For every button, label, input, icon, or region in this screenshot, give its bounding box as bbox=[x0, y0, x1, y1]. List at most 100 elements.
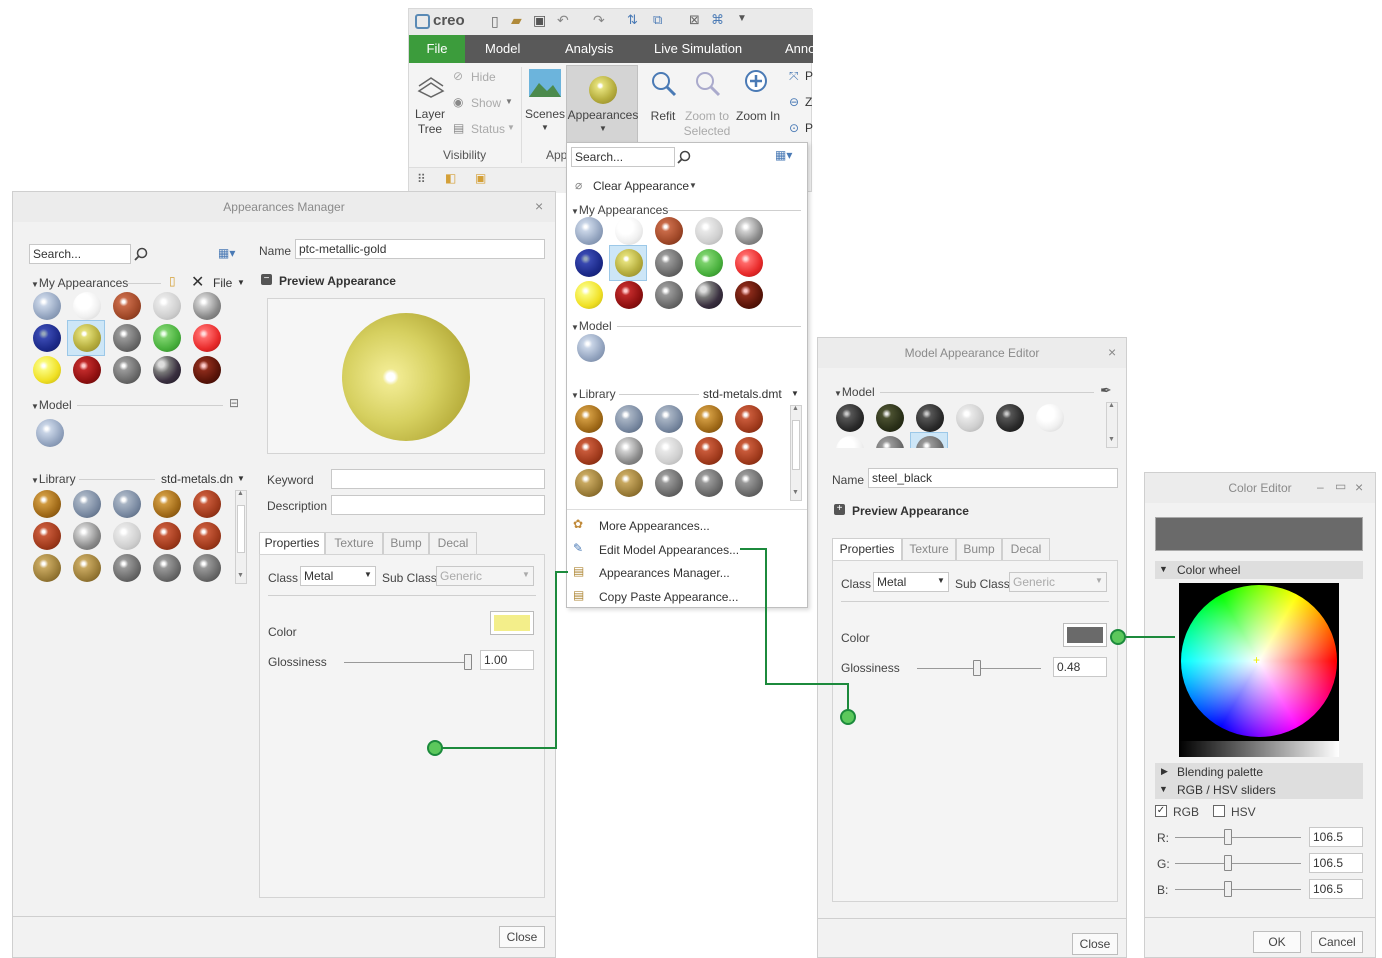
scroll-up-icon[interactable]: ▲ bbox=[237, 490, 244, 497]
appearance-swatch[interactable] bbox=[33, 292, 61, 320]
tab-decal[interactable]: Decal bbox=[429, 532, 477, 554]
clear-appearance-arrow-icon[interactable]: ▼ bbox=[689, 181, 697, 190]
appearance-swatch[interactable] bbox=[615, 281, 643, 309]
search-icon[interactable] bbox=[134, 247, 148, 261]
brightness-bar[interactable] bbox=[1179, 741, 1339, 757]
appearance-swatch[interactable] bbox=[735, 217, 763, 245]
appearance-swatch[interactable] bbox=[575, 437, 603, 465]
appearance-swatch[interactable] bbox=[153, 292, 181, 320]
appearance-swatch[interactable] bbox=[153, 522, 181, 550]
tab-texture[interactable]: Texture bbox=[902, 538, 956, 560]
minimize-icon[interactable]: – bbox=[1317, 480, 1324, 494]
model-appearance-swatch[interactable] bbox=[577, 334, 605, 362]
b-slider-track[interactable] bbox=[1175, 889, 1301, 890]
appearance-swatch[interactable] bbox=[193, 554, 221, 582]
redo-icon[interactable]: ↷ bbox=[593, 12, 605, 29]
appearance-swatch[interactable] bbox=[33, 522, 61, 550]
appearance-swatch[interactable] bbox=[73, 490, 101, 518]
appearance-swatch[interactable] bbox=[575, 469, 603, 497]
appearance-swatch[interactable] bbox=[33, 490, 61, 518]
scroll-down-icon[interactable]: ▼ bbox=[792, 489, 799, 496]
close-icon[interactable]: × bbox=[1355, 479, 1363, 495]
new-appearance-icon[interactable]: ▯ bbox=[169, 274, 176, 288]
appearance-swatch[interactable] bbox=[615, 405, 643, 433]
appearance-swatch[interactable] bbox=[193, 522, 221, 550]
dropdown-arrow-icon[interactable]: ▼ bbox=[364, 570, 372, 579]
appearance-swatch[interactable] bbox=[695, 281, 723, 309]
color-wheel-header[interactable]: ▼ Color wheel bbox=[1155, 561, 1363, 579]
scroll-down-icon[interactable]: ▼ bbox=[1108, 436, 1115, 443]
save-icon[interactable]: ▣ bbox=[533, 12, 546, 29]
appearance-swatch[interactable] bbox=[113, 522, 141, 550]
appearance-swatch[interactable] bbox=[153, 490, 181, 518]
appearance-swatch[interactable] bbox=[695, 469, 723, 497]
close-icon[interactable]: × bbox=[535, 198, 543, 214]
appearance-swatch[interactable] bbox=[836, 404, 864, 432]
close-button[interactable]: Close bbox=[499, 926, 545, 948]
preview-expand-icon[interactable]: + bbox=[834, 504, 845, 515]
open-icon[interactable]: ▰ bbox=[511, 12, 522, 29]
keyword-input[interactable] bbox=[331, 469, 545, 489]
r-slider-thumb[interactable] bbox=[1224, 829, 1232, 845]
appearance-swatch[interactable] bbox=[193, 490, 221, 518]
favorites-icon[interactable]: ▣ bbox=[475, 171, 486, 185]
appearance-swatch[interactable] bbox=[615, 249, 643, 277]
glossiness-input[interactable]: 0.48 bbox=[1053, 657, 1107, 677]
appearance-swatch[interactable] bbox=[73, 554, 101, 582]
color-wheel-area[interactable]: + bbox=[1179, 583, 1339, 757]
edit-model-appearances-item[interactable]: Edit Model Appearances... bbox=[599, 543, 739, 557]
model-tree-icon[interactable]: ⠿ bbox=[417, 172, 426, 186]
glossiness-slider-thumb[interactable] bbox=[972, 660, 981, 676]
color-swatch[interactable] bbox=[1063, 623, 1107, 647]
appearance-swatch[interactable] bbox=[655, 281, 683, 309]
name-input[interactable]: steel_black bbox=[868, 468, 1118, 488]
scroll-up-icon[interactable]: ▲ bbox=[792, 405, 799, 412]
r-input[interactable]: 106.5 bbox=[1309, 827, 1363, 847]
glossiness-input[interactable]: 1.00 bbox=[480, 650, 534, 670]
appearance-swatch[interactable] bbox=[575, 249, 603, 277]
appearance-swatch[interactable] bbox=[113, 490, 141, 518]
wheel-cursor-icon[interactable]: + bbox=[1253, 653, 1260, 667]
new-icon[interactable]: ▯ bbox=[491, 13, 499, 30]
search-icon[interactable] bbox=[677, 150, 691, 164]
rgb-checkbox[interactable]: ✓ bbox=[1155, 805, 1167, 817]
appearance-swatch[interactable] bbox=[876, 404, 904, 432]
appearance-swatch[interactable] bbox=[615, 217, 643, 245]
zoom-in-button[interactable]: Zoom In bbox=[733, 67, 783, 141]
subclass-select[interactable]: Generic bbox=[436, 566, 534, 586]
appearance-swatch[interactable] bbox=[735, 281, 763, 309]
file-menu-button[interactable]: File bbox=[213, 276, 232, 290]
cancel-button[interactable]: Cancel bbox=[1311, 931, 1363, 953]
appearance-swatch[interactable] bbox=[735, 469, 763, 497]
appearance-swatch[interactable] bbox=[153, 324, 181, 352]
tab-properties[interactable]: Properties bbox=[832, 538, 902, 560]
appearance-swatch[interactable] bbox=[695, 217, 723, 245]
tab-decal[interactable]: Decal bbox=[1002, 538, 1050, 560]
appearance-swatch[interactable] bbox=[735, 249, 763, 277]
dropdown-arrow-icon[interactable]: ▼ bbox=[1095, 576, 1103, 585]
folder-browser-icon[interactable]: ◧ bbox=[445, 171, 456, 185]
clear-appearance-button[interactable]: Clear Appearance bbox=[593, 179, 689, 193]
subclass-select[interactable]: Generic bbox=[1009, 572, 1107, 592]
appearance-swatch[interactable] bbox=[916, 404, 944, 432]
model-header[interactable]: ▼Model bbox=[834, 385, 875, 399]
appearance-swatch[interactable] bbox=[575, 217, 603, 245]
dropdown-arrow-icon[interactable]: ▼ bbox=[937, 576, 945, 585]
appearance-swatch[interactable] bbox=[113, 324, 141, 352]
maximize-icon[interactable]: ▭ bbox=[1335, 479, 1346, 493]
appearance-swatch[interactable] bbox=[33, 324, 61, 352]
zoom-out-icon[interactable]: ⊖ bbox=[789, 95, 799, 109]
hide-button[interactable]: Hide bbox=[471, 70, 496, 84]
appearance-swatch[interactable] bbox=[193, 324, 221, 352]
library-file-select[interactable]: std-metals.dmt bbox=[703, 387, 782, 401]
status-button[interactable]: Status bbox=[471, 122, 505, 136]
file-menu-arrow-icon[interactable]: ▼ bbox=[237, 278, 245, 287]
hsv-checkbox[interactable] bbox=[1213, 805, 1225, 817]
appearance-swatch[interactable] bbox=[836, 436, 864, 448]
appearance-swatch[interactable] bbox=[655, 469, 683, 497]
appearance-swatch[interactable] bbox=[193, 292, 221, 320]
appearances-manager-item[interactable]: Appearances Manager... bbox=[599, 566, 730, 580]
appearance-swatch[interactable] bbox=[615, 437, 643, 465]
appearance-swatch[interactable] bbox=[33, 554, 61, 582]
tab-properties[interactable]: Properties bbox=[259, 532, 325, 554]
